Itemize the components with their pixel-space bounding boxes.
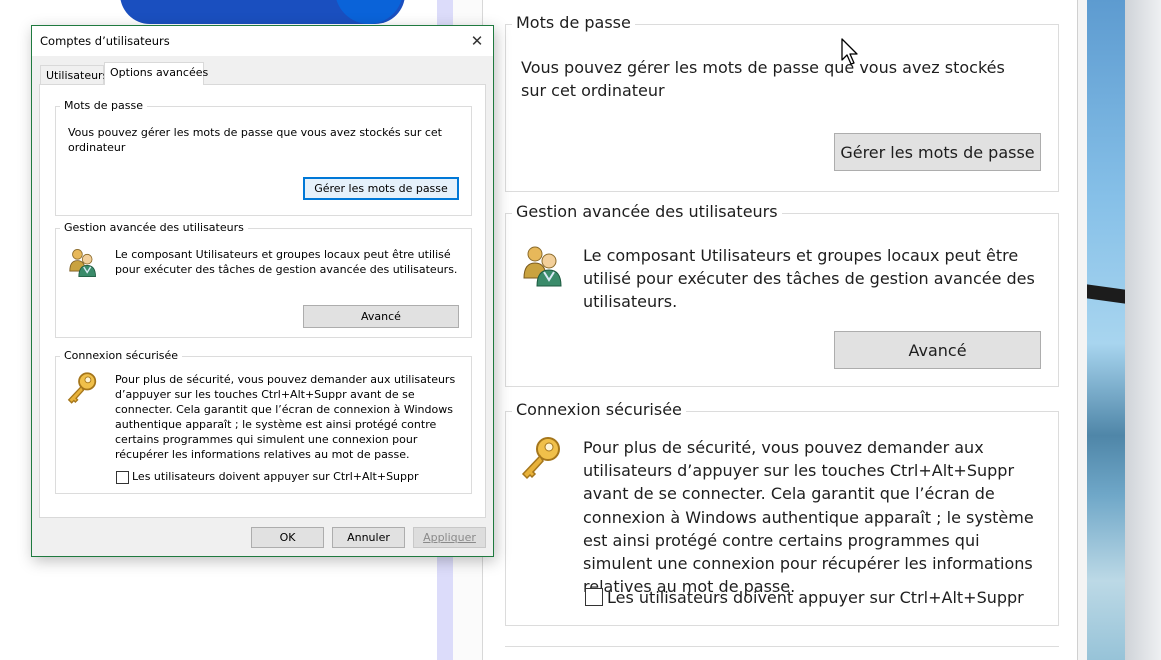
users-group-icon <box>520 242 566 292</box>
mouse-cursor-icon <box>841 38 861 70</box>
secure-legend: Connexion sécurisée <box>60 349 183 362</box>
user-accounts-dialog: Comptes d’utilisateurs ✕ Utilisateurs Op… <box>31 25 494 557</box>
zoomed-passwords-group: Mots de passe Vous pouvez gérer les mots… <box>505 13 1059 192</box>
zoomed-advanced-text: Le composant Utilisateurs et groupes loc… <box>583 246 1035 312</box>
secure-logon-group: Connexion sécurisée Pour plus de sécurit… <box>55 349 472 494</box>
dialog-title: Comptes d’utilisateurs <box>40 34 170 48</box>
zoomed-ctrl-alt-del-checkbox[interactable] <box>585 588 603 606</box>
wallpaper-photo <box>1087 0 1125 660</box>
close-button[interactable]: ✕ <box>461 26 493 56</box>
ctrl-alt-del-checkbox[interactable] <box>116 471 129 484</box>
zoomed-advanced-legend: Gestion avancée des utilisateurs <box>512 202 782 221</box>
advanced-button[interactable]: Avancé <box>303 305 459 328</box>
key-icon <box>65 370 99 409</box>
zoomed-passwords-legend: Mots de passe <box>512 13 635 32</box>
zoomed-secure-legend: Connexion sécurisée <box>512 400 686 419</box>
ctrl-alt-del-label[interactable]: Les utilisateurs doivent appuyer sur Ctr… <box>132 470 419 483</box>
background-window-edge <box>1077 0 1087 660</box>
passwords-legend: Mots de passe <box>60 99 147 112</box>
zoomed-ctrl-alt-del-label[interactable]: Les utilisateurs doivent appuyer sur Ctr… <box>607 588 1024 607</box>
advanced-text: Le composant Utilisateurs et groupes loc… <box>115 248 458 276</box>
cancel-button[interactable]: Annuler <box>332 527 405 548</box>
wallpaper-edge <box>1125 0 1161 660</box>
advanced-legend: Gestion avancée des utilisateurs <box>60 221 248 234</box>
advanced-management-group: Gestion avancée des utilisateurs Le comp… <box>55 221 472 338</box>
key-icon <box>518 434 564 486</box>
tab-advanced-options[interactable]: Options avancées <box>104 62 208 85</box>
passwords-group: Mots de passe Vous pouvez gérer les mots… <box>55 99 472 216</box>
zoomed-advanced-options-panel: Mots de passe Vous pouvez gérer les mots… <box>483 0 1077 660</box>
zoomed-secure-logon-group: Connexion sécurisée Pour plus de sécurit… <box>505 400 1059 626</box>
manage-passwords-button[interactable]: Gérer les mots de passe <box>303 177 459 200</box>
passwords-text: Vous pouvez gérer les mots de passe que … <box>68 126 442 154</box>
tab-users[interactable]: Utilisateurs <box>40 65 108 85</box>
secure-text: Pour plus de sécurité, vous pouvez deman… <box>115 373 456 461</box>
dialog-titlebar[interactable]: Comptes d’utilisateurs ✕ <box>32 26 493 56</box>
close-icon: ✕ <box>470 32 484 50</box>
zoomed-secure-text: Pour plus de sécurité, vous pouvez deman… <box>583 438 1034 597</box>
ok-button[interactable]: OK <box>251 527 324 548</box>
tab-content-advanced: Mots de passe Vous pouvez gérer les mots… <box>39 84 486 518</box>
zoomed-panel-divider <box>505 646 1059 647</box>
zoomed-manage-passwords-button[interactable]: Gérer les mots de passe <box>834 133 1041 171</box>
zoomed-advanced-button[interactable]: Avancé <box>834 331 1041 369</box>
zoomed-passwords-text: Vous pouvez gérer les mots de passe que … <box>521 58 1005 101</box>
zoomed-advanced-group: Gestion avancée des utilisateurs Le comp… <box>505 202 1059 387</box>
apply-button[interactable]: Appliquer <box>413 527 486 548</box>
users-group-icon <box>67 246 99 281</box>
